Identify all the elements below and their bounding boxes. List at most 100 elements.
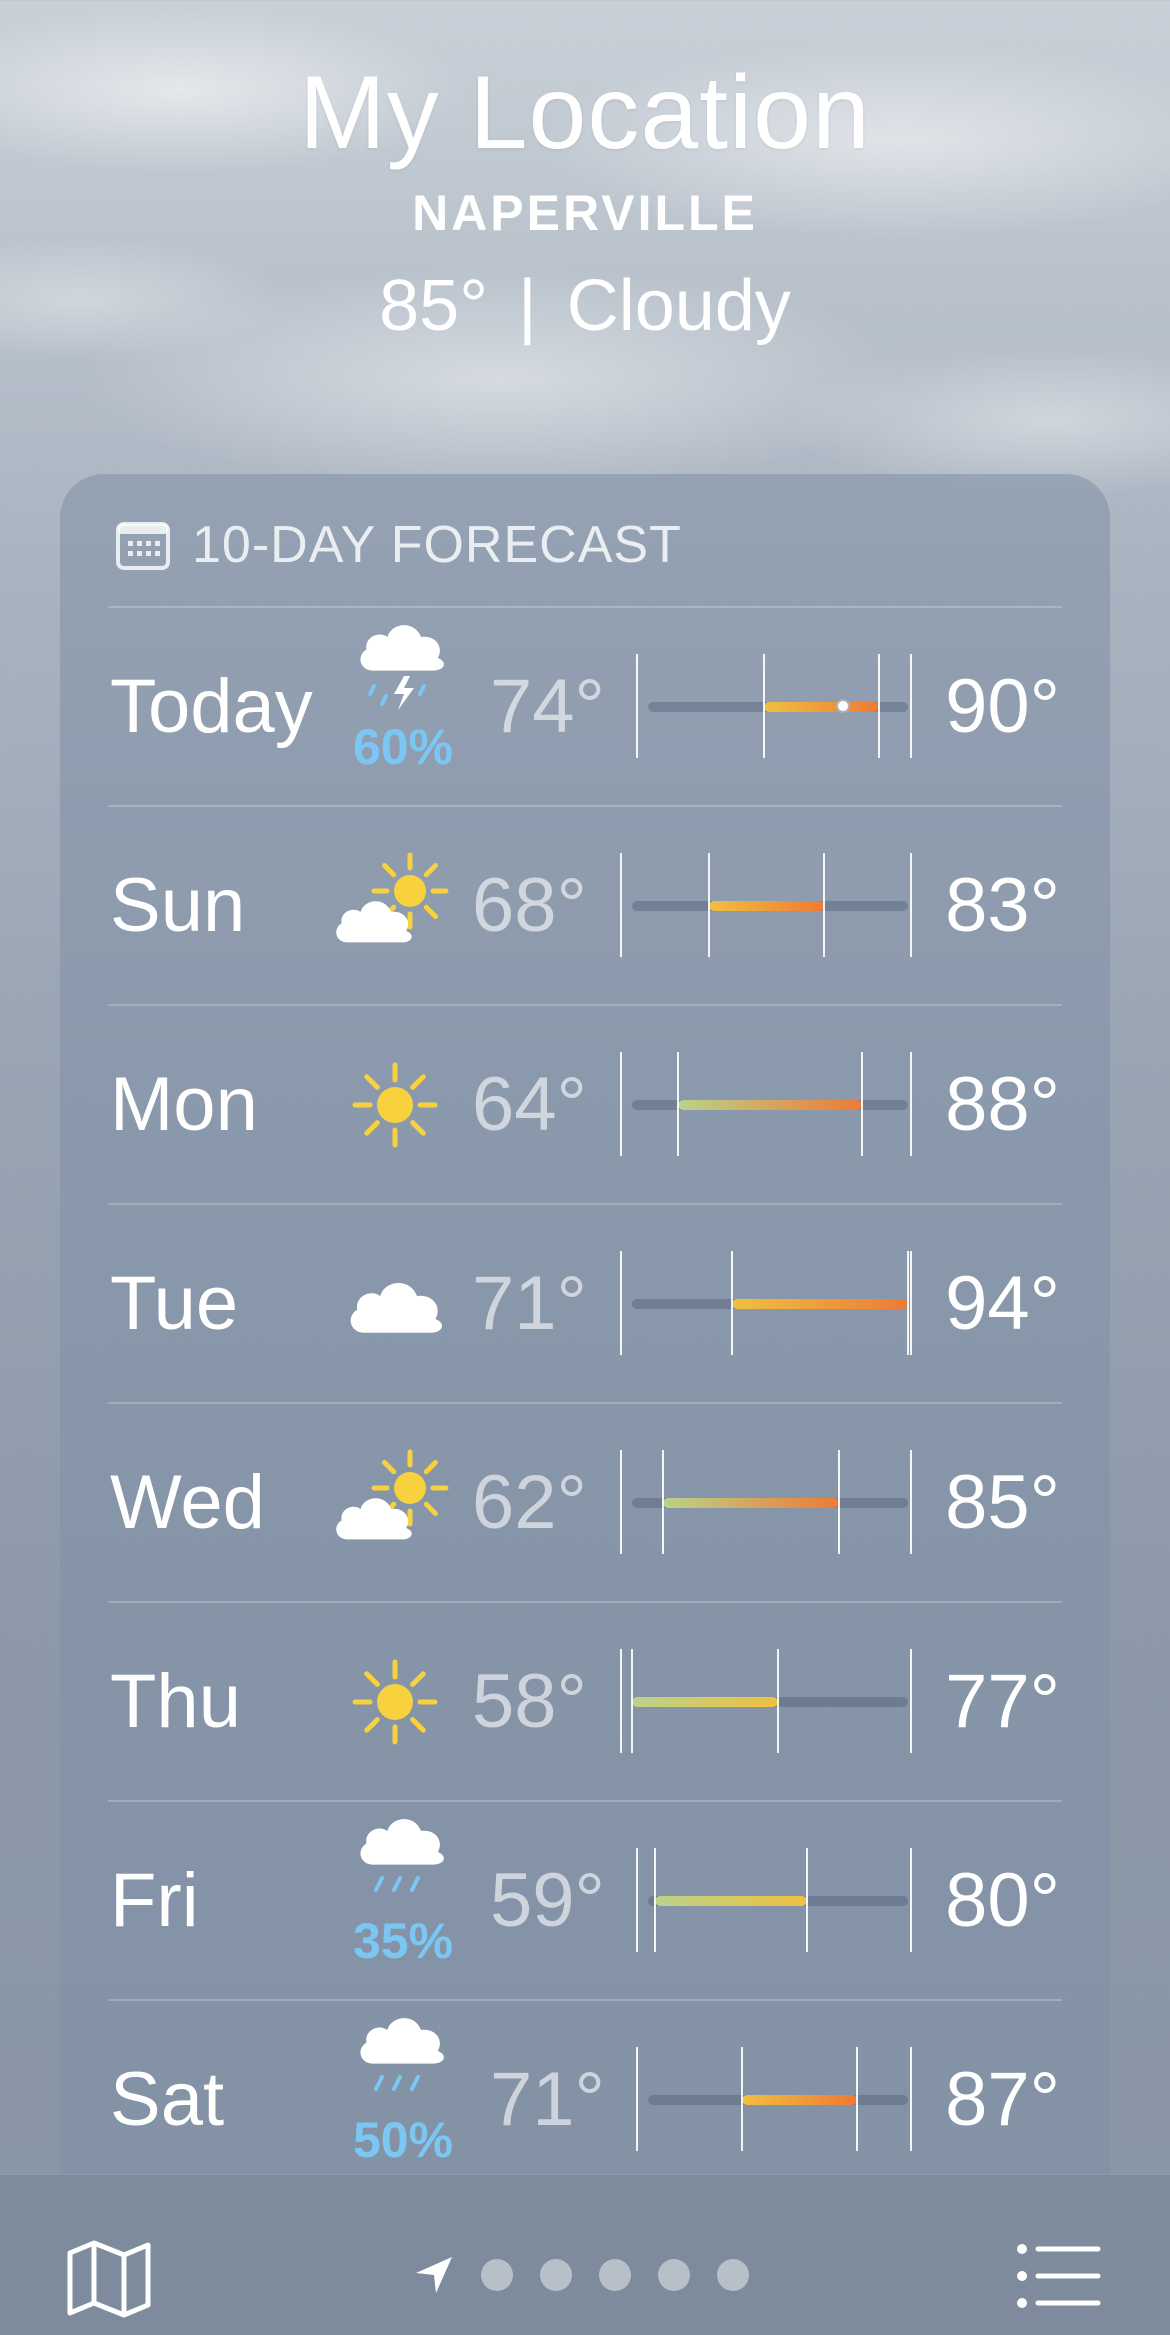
temp-range-bar bbox=[632, 1697, 778, 1707]
bottom-toolbar bbox=[0, 2174, 1170, 2335]
sun-icon bbox=[330, 1603, 460, 1801]
forecast-row[interactable]: Fri 35% 59° 80° bbox=[60, 1802, 1110, 2000]
forecast-header: 10-DAY FORECAST bbox=[116, 510, 682, 580]
thunderstorm-icon: 60% bbox=[338, 608, 468, 806]
low-temp: 74° bbox=[490, 664, 605, 749]
page-dot[interactable] bbox=[658, 2259, 690, 2291]
forecast-day: Sat bbox=[110, 2057, 225, 2142]
temp-range-track bbox=[648, 2095, 908, 2105]
temp-range-bar bbox=[731, 1299, 908, 1309]
range-end-marker bbox=[910, 1251, 912, 1355]
range-start-marker bbox=[620, 1649, 622, 1753]
forecast-day: Mon bbox=[110, 1062, 258, 1147]
low-temp: 71° bbox=[472, 1261, 587, 1346]
low-marker bbox=[762, 654, 765, 758]
page-indicator[interactable] bbox=[414, 2255, 749, 2295]
low-marker bbox=[654, 1848, 657, 1952]
high-temp: 88° bbox=[945, 1062, 1060, 1147]
low-marker bbox=[730, 1251, 733, 1355]
temp-range-track bbox=[632, 1299, 908, 1309]
sun-icon bbox=[330, 1006, 460, 1204]
low-temp: 62° bbox=[472, 1460, 587, 1545]
high-temp: 77° bbox=[945, 1659, 1060, 1744]
forecast-row[interactable]: Mon 64° 88° bbox=[60, 1006, 1110, 1204]
low-temp: 59° bbox=[490, 1858, 605, 1943]
high-temp: 83° bbox=[945, 863, 1060, 948]
high-temp: 94° bbox=[945, 1261, 1060, 1346]
low-marker bbox=[631, 1649, 633, 1753]
range-start-marker bbox=[620, 853, 622, 957]
temp-range-bar bbox=[662, 1498, 839, 1508]
forecast-day: Fri bbox=[110, 1858, 199, 1943]
temp-range-track bbox=[648, 1896, 908, 1906]
ten-day-forecast-card[interactable]: 10-DAY FORECAST Today 60% 74° 90° Sun 68… bbox=[60, 474, 1110, 2294]
forecast-day: Sun bbox=[110, 863, 246, 948]
high-marker bbox=[878, 654, 881, 758]
forecast-row[interactable]: Thu 58° 77° bbox=[60, 1603, 1110, 1801]
forecast-day: Today bbox=[110, 664, 313, 749]
forecast-row[interactable]: Sat 50% 71° 87° bbox=[60, 2001, 1110, 2199]
range-end-marker bbox=[910, 1848, 912, 1952]
forecast-row[interactable]: Today 60% 74° 90° bbox=[60, 608, 1110, 806]
map-icon[interactable] bbox=[66, 2239, 152, 2319]
page-dot[interactable] bbox=[481, 2259, 513, 2291]
range-start-marker bbox=[620, 1450, 622, 1554]
temp-range-track bbox=[648, 699, 908, 713]
temp-range-track bbox=[632, 1100, 908, 1110]
precip-chance: 60% bbox=[352, 719, 454, 775]
location-arrow-icon[interactable] bbox=[414, 2255, 454, 2295]
temp-range-bar bbox=[708, 901, 824, 911]
low-temp: 68° bbox=[472, 863, 587, 948]
current-summary: 85° | Cloudy bbox=[0, 260, 1170, 352]
rain-icon: 35% bbox=[338, 1802, 468, 2000]
forecast-day: Wed bbox=[110, 1460, 265, 1545]
temp-range-bar bbox=[678, 1100, 862, 1110]
range-end-marker bbox=[910, 853, 912, 957]
range-start-marker bbox=[620, 1251, 622, 1355]
high-marker bbox=[822, 853, 825, 957]
high-marker bbox=[838, 1450, 840, 1554]
partly-sunny-icon bbox=[330, 807, 460, 1005]
range-end-marker bbox=[910, 2047, 912, 2151]
low-temp: 58° bbox=[472, 1659, 587, 1744]
range-end-marker bbox=[910, 1649, 912, 1753]
current-conditions: My Location NAPERVILLE 85° | Cloudy bbox=[0, 48, 1170, 352]
range-start-marker bbox=[620, 1052, 622, 1156]
high-temp: 80° bbox=[945, 1858, 1060, 1943]
high-marker bbox=[776, 1649, 779, 1753]
low-temp: 71° bbox=[490, 2057, 605, 2142]
precip-chance: 35% bbox=[352, 1913, 454, 1969]
temp-range-track bbox=[632, 901, 908, 911]
forecast-row[interactable]: Tue 71° 94° bbox=[60, 1205, 1110, 1403]
low-temp: 64° bbox=[472, 1062, 587, 1147]
forecast-row[interactable]: Wed 62° 85° bbox=[60, 1404, 1110, 1602]
temp-range-bar bbox=[741, 2095, 858, 2105]
range-end-marker bbox=[910, 1052, 912, 1156]
city-name: NAPERVILLE bbox=[412, 185, 758, 241]
forecast-day: Thu bbox=[110, 1659, 241, 1744]
forecast-row[interactable]: Sun 68° 83° bbox=[60, 807, 1110, 1005]
location-title: My Location bbox=[299, 55, 871, 171]
page-dot[interactable] bbox=[540, 2259, 572, 2291]
high-temp: 85° bbox=[945, 1460, 1060, 1545]
temp-range-bar bbox=[655, 1896, 807, 1906]
low-marker bbox=[677, 1052, 679, 1156]
page-dot[interactable] bbox=[599, 2259, 631, 2291]
range-end-marker bbox=[910, 654, 912, 758]
range-start-marker bbox=[636, 654, 638, 758]
high-marker bbox=[907, 1251, 909, 1355]
partly-sunny-icon bbox=[330, 1404, 460, 1602]
high-marker bbox=[805, 1848, 808, 1952]
temp-range-track bbox=[632, 1697, 908, 1707]
page-dot[interactable] bbox=[717, 2259, 749, 2291]
high-temp: 87° bbox=[945, 2057, 1060, 2142]
high-marker bbox=[856, 2047, 859, 2151]
forecast-day: Tue bbox=[110, 1261, 239, 1346]
range-end-marker bbox=[910, 1450, 912, 1554]
forecast-header-label: 10-DAY FORECAST bbox=[192, 516, 682, 574]
high-marker bbox=[861, 1052, 863, 1156]
cloud-icon bbox=[330, 1205, 460, 1403]
high-temp: 90° bbox=[945, 664, 1060, 749]
temp-range-bar bbox=[763, 702, 880, 712]
list-icon[interactable] bbox=[1016, 2241, 1102, 2311]
